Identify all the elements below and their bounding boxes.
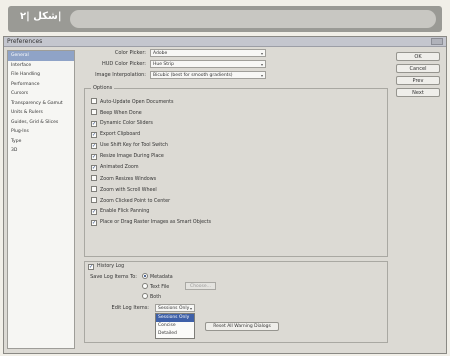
option-export-clipboard[interactable]: ✓ Export Clipboard (91, 131, 140, 139)
checkbox-scroll-wheel[interactable] (91, 186, 97, 192)
checkbox-resize-place[interactable]: ✓ (91, 154, 97, 160)
checkbox-zoom-resizes[interactable] (91, 175, 97, 181)
category-sidebar: General Interface File Handling Performa… (7, 50, 75, 349)
checkbox-flick-panning[interactable]: ✓ (91, 209, 97, 215)
edit-log-value: Sessions Only (158, 306, 190, 311)
history-log-label: History Log (97, 264, 125, 269)
sidebar-item-general[interactable]: General (8, 51, 74, 61)
checkbox-animated-zoom[interactable]: ✓ (91, 165, 97, 171)
sidebar-item-transparency[interactable]: Transparency & Gamut (8, 99, 74, 109)
figure-caption-label: شکل |۲| (20, 11, 62, 22)
checkbox-auto-update[interactable] (91, 98, 97, 104)
dialog-title: Preferences (7, 38, 43, 45)
prev-button[interactable]: Prev (396, 76, 440, 85)
option-auto-update[interactable]: Auto-Update Open Documents (91, 98, 174, 106)
radio-label: Both (150, 295, 162, 300)
radio-button[interactable] (142, 283, 148, 289)
dialog-titlebar: Preferences (4, 37, 446, 47)
dropdown-option-detailed[interactable]: Detailed (156, 330, 194, 338)
sidebar-item-3d[interactable]: 3D (8, 146, 74, 156)
history-log-option[interactable]: ✓ History Log (88, 263, 124, 271)
chevron-down-icon: ▾ (189, 306, 192, 311)
checkbox-smart-objects[interactable]: ✓ (91, 220, 97, 226)
option-label: Zoom Resizes Windows (100, 177, 157, 182)
checkbox-beep[interactable] (91, 109, 97, 115)
option-zoom-center[interactable]: Zoom Clicked Point to Center (91, 197, 170, 205)
option-label: Animated Zoom (100, 165, 139, 170)
close-button[interactable] (431, 38, 443, 45)
color-picker-value: Adobe (153, 51, 168, 56)
option-label: Use Shift Key for Tool Switch (100, 143, 168, 148)
sidebar-item-file-handling[interactable]: File Handling (8, 70, 74, 80)
option-beep[interactable]: Beep When Done (91, 109, 142, 117)
sidebar-item-interface[interactable]: Interface (8, 61, 74, 71)
sidebar-item-type[interactable]: Type (8, 137, 74, 147)
option-label: Auto-Update Open Documents (100, 100, 174, 105)
next-button[interactable]: Next (396, 88, 440, 97)
option-smart-objects[interactable]: ✓ Place or Drag Raster Images as Smart Ob… (91, 219, 211, 227)
radio-both[interactable]: Both (142, 293, 161, 301)
checkbox-export-clipboard[interactable]: ✓ (91, 132, 97, 138)
radio-text-file[interactable]: Text File (142, 283, 169, 291)
chevron-down-icon: ▾ (260, 73, 263, 78)
radio-button[interactable] (142, 273, 148, 279)
edit-log-select[interactable]: Sessions Only ▾ (155, 304, 195, 312)
choose-button[interactable]: Choose... (185, 282, 216, 290)
option-resize-place[interactable]: ✓ Resize Image During Place (91, 153, 164, 161)
option-label: Zoom Clicked Point to Center (100, 199, 171, 204)
radio-label: Text File (150, 285, 170, 290)
option-zoom-resizes[interactable]: Zoom Resizes Windows (91, 175, 156, 183)
chevron-down-icon: ▾ (260, 62, 263, 67)
sidebar-item-performance[interactable]: Performance (8, 80, 74, 90)
dropdown-option-concise[interactable]: Concise (156, 322, 194, 330)
checkbox-shift-key[interactable]: ✓ (91, 143, 97, 149)
sidebar-item-cursors[interactable]: Cursors (8, 89, 74, 99)
image-interpolation-label: Image Interpolation: (95, 72, 146, 78)
hud-color-picker-select[interactable]: Hue Strip ▾ (150, 60, 266, 68)
edit-log-label: Edit Log Items: (111, 305, 149, 311)
edit-log-dropdown-menu: Sessions Only Concise Detailed (155, 313, 195, 339)
option-label: Beep When Done (100, 111, 142, 116)
option-label: Enable Flick Panning (100, 209, 150, 214)
hud-color-picker-label: HUD Color Picker: (102, 61, 146, 67)
option-animated-zoom[interactable]: ✓ Animated Zoom (91, 164, 139, 172)
figure-caption-bar: شکل |۲| (8, 6, 442, 32)
color-picker-label: Color Picker: (114, 50, 146, 56)
radio-metadata[interactable]: Metadata (142, 273, 173, 281)
image-interpolation-select[interactable]: Bicubic (best for smooth gradients) ▾ (150, 71, 266, 79)
option-label: Zoom with Scroll Wheel (100, 188, 157, 193)
option-scroll-wheel[interactable]: Zoom with Scroll Wheel (91, 186, 157, 194)
checkbox-zoom-center[interactable] (91, 197, 97, 203)
sidebar-item-units[interactable]: Units & Rulers (8, 108, 74, 118)
option-dynamic-sliders[interactable]: ✓ Dynamic Color Sliders (91, 120, 153, 128)
option-label: Export Clipboard (100, 132, 141, 137)
cancel-button[interactable]: Cancel (396, 64, 440, 73)
sidebar-item-plugins[interactable]: Plug-Ins (8, 127, 74, 137)
preferences-dialog: Preferences General Interface File Handl… (3, 36, 447, 354)
sidebar-item-guides[interactable]: Guides, Grid & Slices (8, 118, 74, 128)
checkbox-history-log[interactable]: ✓ (88, 264, 94, 270)
option-label: Resize Image During Place (100, 154, 164, 159)
dropdown-option-sessions-only[interactable]: Sessions Only (156, 314, 194, 322)
reset-warning-dialogs-button[interactable]: Reset All Warning Dialogs (205, 322, 279, 331)
save-log-label: Save Log Items To: (90, 274, 137, 280)
radio-label: Metadata (150, 275, 173, 280)
dialog-buttons: OK Cancel Prev Next (396, 52, 442, 100)
hud-color-picker-value: Hue Strip (153, 62, 175, 67)
caption-pill (70, 10, 436, 28)
option-label: Dynamic Color Sliders (100, 121, 153, 126)
options-group-title: Options (91, 85, 115, 91)
option-flick-panning[interactable]: ✓ Enable Flick Panning (91, 208, 149, 216)
image-interpolation-value: Bicubic (best for smooth gradients) (153, 73, 233, 78)
checkbox-dynamic-sliders[interactable]: ✓ (91, 121, 97, 127)
color-picker-select[interactable]: Adobe ▾ (150, 49, 266, 57)
ok-button[interactable]: OK (396, 52, 440, 61)
radio-button[interactable] (142, 293, 148, 299)
option-shift-key[interactable]: ✓ Use Shift Key for Tool Switch (91, 142, 168, 150)
option-label: Place or Drag Raster Images as Smart Obj… (100, 220, 212, 225)
chevron-down-icon: ▾ (260, 51, 263, 56)
